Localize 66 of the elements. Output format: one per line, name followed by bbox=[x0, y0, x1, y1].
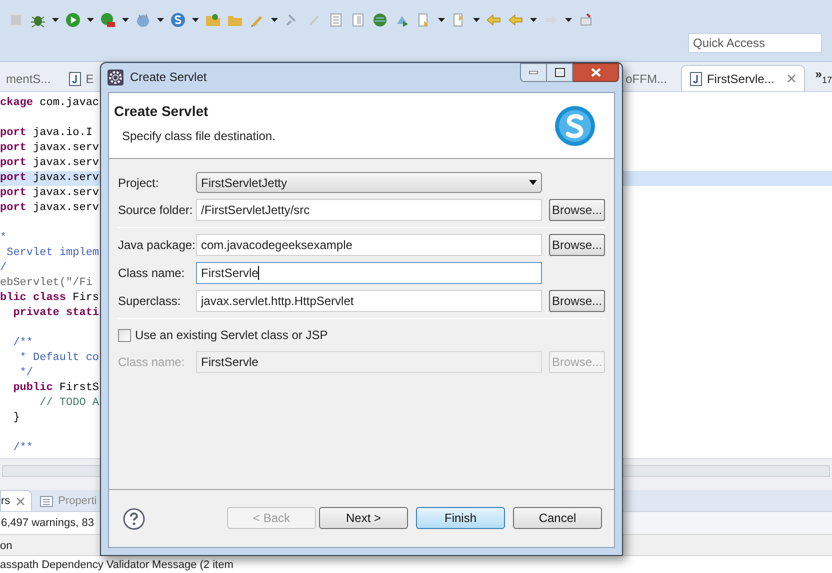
text-field[interactable]: javax.servlet.http.HttpServlet bbox=[196, 290, 542, 312]
hidden-tab-count: 17 bbox=[822, 74, 832, 87]
maximize-button[interactable] bbox=[547, 63, 573, 82]
help-icon[interactable] bbox=[123, 508, 145, 530]
browse-button[interactable]: Browse... bbox=[549, 199, 605, 221]
folder-icon[interactable] bbox=[205, 12, 221, 28]
quick-access-field[interactable]: Quick Access bbox=[688, 33, 822, 53]
dropdown-caret-icon[interactable] bbox=[438, 18, 445, 22]
editor-tab[interactable]: oFFM... bbox=[620, 67, 673, 91]
field-label: Project: bbox=[118, 174, 160, 192]
maximize-icon bbox=[554, 68, 564, 77]
dropdown-caret-icon[interactable] bbox=[473, 18, 480, 22]
header-description: Specify class file destination. bbox=[122, 128, 276, 145]
dialog-button[interactable]: Cancel bbox=[513, 507, 602, 529]
close-button[interactable] bbox=[573, 63, 619, 82]
dropdown-caret-icon[interactable] bbox=[122, 18, 129, 22]
field-label: Java package: bbox=[118, 237, 196, 254]
field-label: Class name: bbox=[118, 354, 186, 371]
panel-tab[interactable]: rs bbox=[0, 490, 32, 511]
more-tabs-chevron[interactable]: » bbox=[815, 67, 822, 81]
play-icon[interactable] bbox=[65, 12, 81, 28]
minimize-button[interactable] bbox=[520, 63, 547, 82]
browse-button[interactable]: Browse... bbox=[549, 290, 605, 312]
problems-summary: 6,497 warnings, 83 bbox=[0, 512, 95, 534]
dropdown-caret-icon[interactable] bbox=[530, 18, 537, 22]
text-field[interactable]: com.javacodegeeksexample bbox=[196, 234, 542, 256]
text-cursor bbox=[258, 266, 260, 280]
dialog-button[interactable]: Finish bbox=[416, 507, 505, 529]
problem-row[interactable]: asspath Dependency Validator Message (2 item bbox=[0, 556, 832, 573]
field-label: Superclass: bbox=[118, 293, 182, 310]
arrow-left-icon[interactable] bbox=[508, 12, 524, 28]
gear-icon bbox=[107, 68, 124, 86]
paragraph-icon[interactable] bbox=[350, 12, 366, 28]
dropdown-caret-icon bbox=[529, 180, 537, 185]
java-file-icon bbox=[68, 72, 81, 86]
dropdown-caret-icon[interactable] bbox=[565, 18, 572, 22]
letter-s-icon[interactable] bbox=[170, 12, 186, 28]
arrow-left-icon[interactable] bbox=[486, 12, 502, 28]
close-icon[interactable] bbox=[16, 496, 26, 506]
dropdown-caret-icon[interactable] bbox=[52, 18, 59, 22]
close-icon bbox=[590, 68, 600, 77]
checkbox-label[interactable]: Use an existing Servlet class or JSP bbox=[135, 326, 328, 344]
document-icon[interactable] bbox=[328, 12, 344, 28]
browse-button[interactable]: Browse... bbox=[549, 234, 605, 256]
dropdown-caret-icon[interactable] bbox=[192, 18, 199, 22]
dropdown-caret-icon[interactable] bbox=[271, 18, 278, 22]
project-dropdown[interactable]: FirstServletJetty bbox=[196, 172, 542, 193]
editor-tab[interactable]: FirstServle... bbox=[680, 65, 806, 91]
close-icon[interactable] bbox=[787, 74, 796, 83]
field-label: Class name: bbox=[118, 265, 186, 282]
dialog-button[interactable]: Next > bbox=[319, 507, 408, 529]
text-field[interactable]: /FirstServletJetty/src bbox=[196, 199, 542, 221]
run-tool-icon[interactable] bbox=[100, 12, 116, 28]
minimize-icon bbox=[529, 71, 538, 74]
editor-tab[interactable]: mentS... bbox=[0, 67, 57, 91]
dropdown-caret-icon[interactable] bbox=[157, 18, 164, 22]
dropdown-caret-icon[interactable] bbox=[87, 18, 94, 22]
dialog-title: Create Servlet bbox=[130, 69, 207, 86]
list-icon bbox=[40, 496, 54, 506]
text-field[interactable]: FirstServle bbox=[196, 262, 542, 284]
header-title: Create Servlet bbox=[114, 102, 210, 121]
field-label: Source folder: bbox=[118, 202, 194, 219]
java-file-icon bbox=[690, 72, 702, 86]
checkbox[interactable] bbox=[118, 328, 131, 342]
editor-tab[interactable]: E bbox=[62, 67, 100, 91]
letter-s-icon bbox=[554, 105, 596, 147]
